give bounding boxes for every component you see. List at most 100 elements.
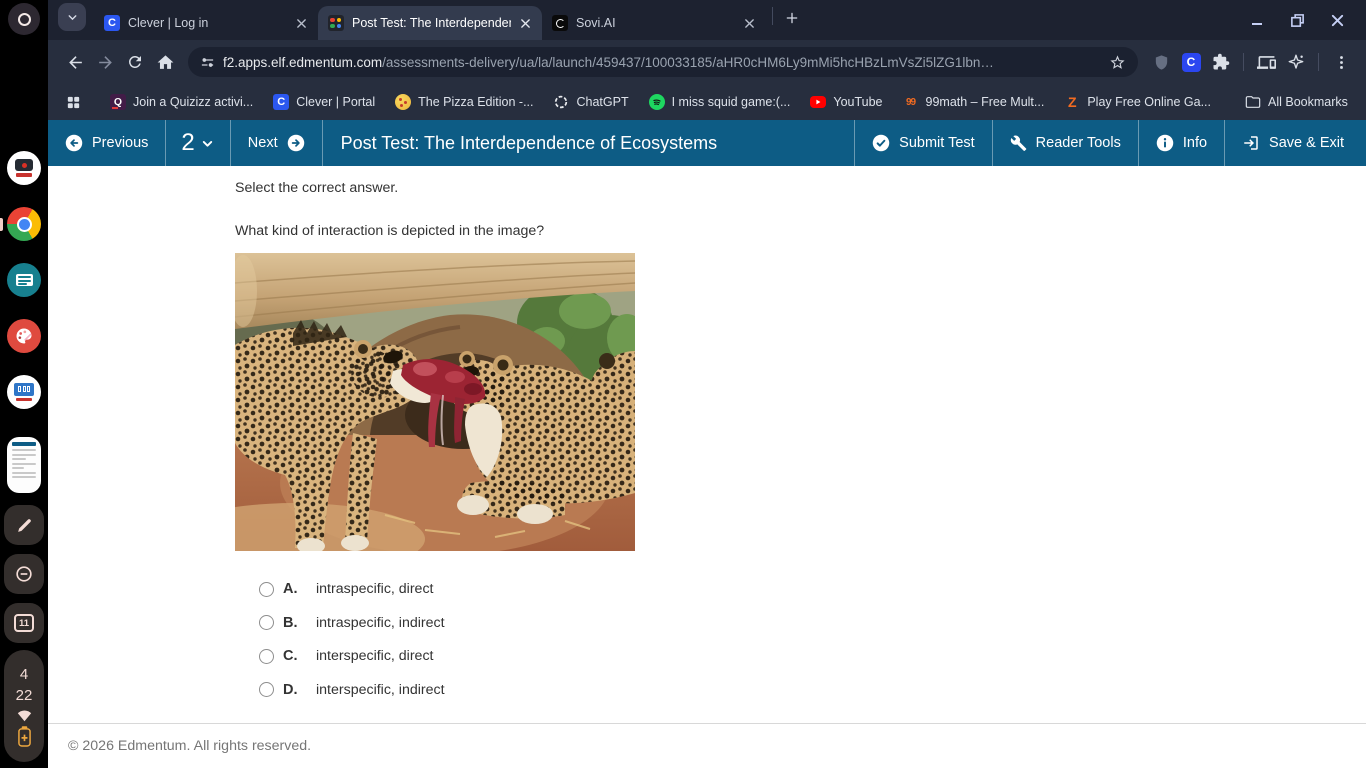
- pizza-favicon-icon: [395, 94, 411, 110]
- radio-button[interactable]: [259, 682, 274, 697]
- browser-window: C Clever | Log in Post Test: The Interde…: [48, 0, 1366, 768]
- url-text: f2.apps.elf.edmentum.com/assessments-del…: [223, 55, 1101, 70]
- tab-post-test[interactable]: Post Test: The Interdependence of Ecosys…: [318, 6, 542, 40]
- tab-divider: [772, 7, 773, 25]
- minimize-button[interactable]: [1244, 7, 1270, 33]
- shelf-app-edmentum[interactable]: [7, 151, 41, 185]
- spotify-favicon-icon: [649, 94, 665, 110]
- radio-button[interactable]: [259, 649, 274, 664]
- forward-button[interactable]: [90, 47, 120, 77]
- radio-button[interactable]: [259, 615, 274, 630]
- option-letter: D.: [283, 682, 316, 698]
- option-b[interactable]: B. intraspecific, indirect: [259, 613, 1366, 633]
- reader-tools-button[interactable]: Reader Tools: [992, 120, 1138, 166]
- shelf-app-edmentum-tool[interactable]: [7, 375, 41, 409]
- bookmark-spotify[interactable]: I miss squid game:(...: [639, 94, 801, 110]
- reload-button[interactable]: [120, 47, 150, 77]
- tab-close-button[interactable]: [741, 15, 758, 32]
- close-icon: [744, 18, 755, 29]
- back-button[interactable]: [60, 47, 90, 77]
- option-d[interactable]: D. interspecific, indirect: [259, 680, 1366, 700]
- bookmark-chatgpt[interactable]: ChatGPT: [543, 94, 638, 110]
- restore-button[interactable]: [1284, 7, 1310, 33]
- shelf-app-news[interactable]: [7, 263, 41, 297]
- screenshot-preview[interactable]: [7, 437, 41, 493]
- chromeos-shelf: 11 4 22: [0, 0, 48, 768]
- save-exit-button[interactable]: Save & Exit: [1224, 120, 1366, 166]
- active-app-indicator: [0, 218, 3, 231]
- previous-label: Previous: [92, 135, 148, 151]
- extensions-button[interactable]: [1206, 47, 1236, 77]
- chrome-icon: [17, 217, 32, 232]
- url-path: /assessments-delivery/ua/la/launch/45943…: [382, 55, 994, 70]
- previous-button[interactable]: Previous: [48, 120, 166, 166]
- 99math-favicon-icon: 99: [903, 94, 919, 110]
- close-icon: [520, 18, 531, 29]
- bookmark-youtube[interactable]: YouTube: [800, 95, 892, 109]
- calendar-icon: 11: [14, 614, 34, 632]
- page-footer: © 2026 Edmentum. All rights reserved.: [48, 723, 1366, 768]
- test-navigation-bar: Previous 2 Next Post Test: The Interdepe…: [48, 120, 1366, 166]
- shield-extension-button[interactable]: [1146, 47, 1176, 77]
- bookmark-clever-portal[interactable]: C Clever | Portal: [263, 94, 385, 110]
- launcher-icon[interactable]: [8, 3, 40, 35]
- do-not-disturb-button[interactable]: [4, 554, 44, 594]
- tab-close-button[interactable]: [293, 15, 310, 32]
- bookmark-play-games[interactable]: Z Play Free Online Ga...: [1054, 94, 1221, 110]
- question-number-dropdown[interactable]: 2: [166, 120, 230, 166]
- question-image: [235, 253, 635, 551]
- tab-clever[interactable]: C Clever | Log in: [94, 6, 318, 40]
- calendar-button[interactable]: 11: [4, 603, 44, 643]
- bookmark-pizza-edition[interactable]: The Pizza Edition -...: [385, 94, 543, 110]
- tab-close-button[interactable]: [517, 15, 534, 32]
- window-controls: [1244, 7, 1366, 33]
- all-bookmarks-button[interactable]: All Bookmarks: [1235, 94, 1358, 110]
- tab-title: Sovi.AI: [576, 16, 735, 30]
- menu-button[interactable]: [1326, 47, 1356, 77]
- blue-card-icon: [14, 383, 34, 396]
- bookmark-quizizz[interactable]: Q Join a Quizizz activi...: [100, 94, 263, 110]
- pen-tool-button[interactable]: [4, 505, 44, 545]
- youtube-favicon-icon: [810, 96, 826, 108]
- info-button[interactable]: Info: [1138, 120, 1224, 166]
- submit-test-button[interactable]: Submit Test: [854, 120, 992, 166]
- toolbar-divider: [1318, 53, 1319, 71]
- shield-icon: [1153, 54, 1170, 71]
- apps-grid-button[interactable]: [60, 89, 86, 115]
- tab-title: Post Test: The Interdependence of Ecosys…: [352, 16, 511, 30]
- bookmark-star-icon[interactable]: [1109, 54, 1126, 71]
- tab-sovi-ai[interactable]: Sovi.AI: [542, 6, 766, 40]
- radio-button[interactable]: [259, 582, 274, 597]
- wifi-icon: [16, 708, 33, 722]
- home-icon: [156, 53, 175, 72]
- close-window-button[interactable]: [1324, 7, 1350, 33]
- profile-button[interactable]: [1281, 47, 1311, 77]
- option-a[interactable]: A. intraspecific, direct: [259, 579, 1366, 599]
- option-letter: A.: [283, 581, 316, 597]
- home-button[interactable]: [150, 47, 180, 77]
- wrench-icon: [1010, 135, 1027, 152]
- bookmark-label: ChatGPT: [576, 95, 628, 109]
- status-tray[interactable]: 4 22: [4, 650, 44, 762]
- check-circle-icon: [872, 134, 890, 152]
- shelf-app-chrome[interactable]: [7, 207, 41, 241]
- new-tab-button[interactable]: [779, 5, 805, 31]
- option-c[interactable]: C. interspecific, direct: [259, 646, 1366, 666]
- previous-circle-arrow-icon: [65, 134, 83, 152]
- all-bookmarks-label: All Bookmarks: [1268, 95, 1348, 109]
- shelf-app-canvas[interactable]: [7, 319, 41, 353]
- option-letter: C.: [283, 648, 316, 664]
- bookmark-label: I miss squid game:(...: [672, 95, 791, 109]
- clever-extension-button[interactable]: C: [1176, 47, 1206, 77]
- bookmark-99math[interactable]: 99 99math – Free Mult...: [893, 94, 1055, 110]
- palette-icon: [14, 326, 34, 346]
- devices-button[interactable]: [1251, 47, 1281, 77]
- star-sparkle-icon: [1287, 53, 1305, 71]
- address-bar[interactable]: f2.apps.elf.edmentum.com/assessments-del…: [188, 47, 1138, 77]
- tab-search-button[interactable]: [58, 3, 86, 31]
- next-circle-arrow-icon: [287, 134, 305, 152]
- kebab-menu-icon: [1333, 54, 1350, 71]
- pen-icon: [15, 516, 34, 535]
- next-button[interactable]: Next: [231, 120, 323, 166]
- devices-icon: [1257, 53, 1276, 72]
